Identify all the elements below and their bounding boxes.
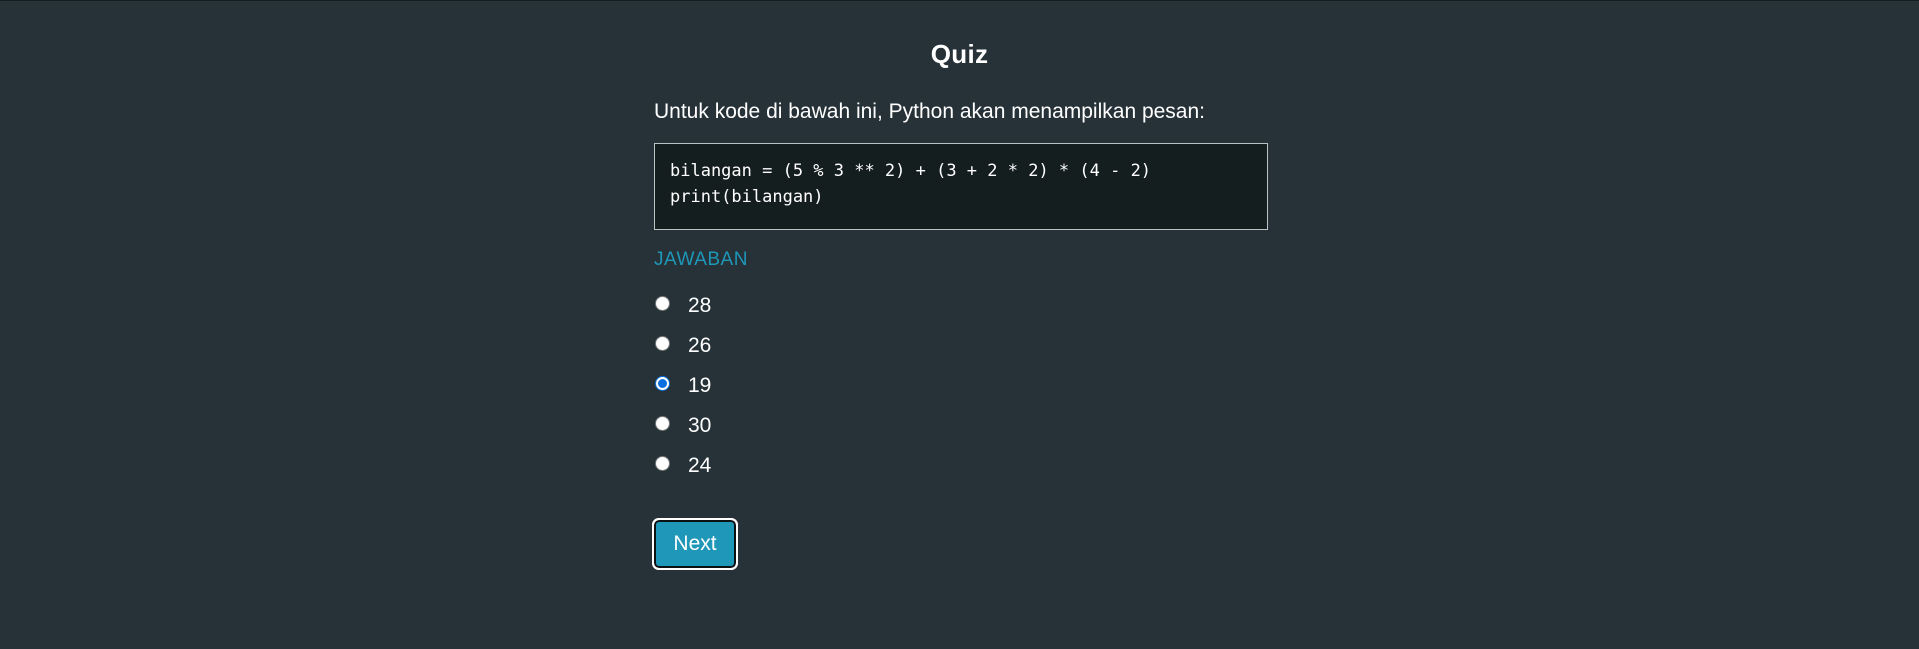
answer-option-label: 19 (688, 374, 712, 397)
code-line: bilangan = (5 % 3 ** 2) + (3 + 2 * 2) * … (670, 161, 1152, 181)
code-line: print(bilangan) (670, 187, 824, 207)
radio-button[interactable] (655, 295, 670, 311)
answer-option-5[interactable]: 24 (654, 446, 1268, 486)
answer-option-1[interactable]: 28 (654, 286, 1268, 326)
radio-button[interactable] (655, 375, 670, 391)
quiz-content: Untuk kode di bawah ini, Python akan men… (654, 97, 1268, 486)
code-block: bilangan = (5 % 3 ** 2) + (3 + 2 * 2) * … (654, 143, 1268, 230)
answer-section-label: JAWABAN (654, 249, 748, 270)
page-title: Quiz (930, 39, 989, 69)
answer-options: 28 26 19 30 24 (654, 286, 1268, 486)
answer-option-label: 28 (688, 294, 712, 317)
radio-button[interactable] (655, 335, 670, 351)
radio-button[interactable] (655, 415, 670, 431)
radio-button[interactable] (655, 455, 670, 471)
answer-option-label: 30 (688, 414, 712, 437)
answer-option-label: 24 (688, 454, 712, 477)
answer-option-4[interactable]: 30 (654, 406, 1268, 446)
answer-option-3[interactable]: 19 (654, 366, 1268, 406)
question-text: Untuk kode di bawah ini, Python akan men… (654, 100, 1206, 123)
answer-option-label: 26 (688, 334, 712, 357)
next-button[interactable]: Next (652, 518, 738, 570)
answer-option-2[interactable]: 26 (654, 326, 1268, 366)
